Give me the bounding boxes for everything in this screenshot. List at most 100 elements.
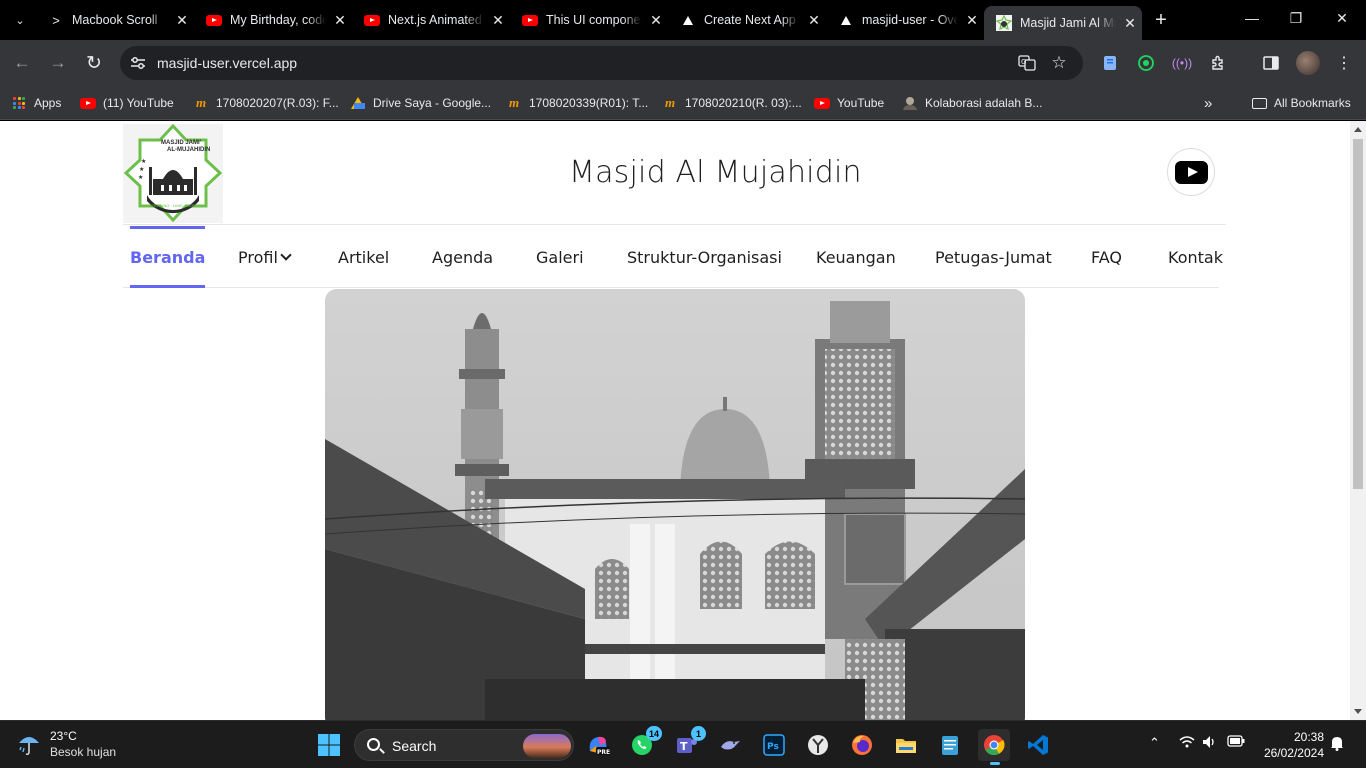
tab-search-chevron-icon[interactable]: ⌄	[8, 8, 32, 32]
vercel-icon	[838, 12, 854, 28]
bookmark-youtube[interactable]: YouTube	[814, 94, 884, 112]
extension-broadcast-icon[interactable]: ((•))	[1172, 54, 1192, 72]
scroll-thumb[interactable]	[1353, 139, 1363, 489]
extension-spotify-icon[interactable]	[1137, 54, 1155, 72]
tab-title: Masjid Jami Al Mu	[1020, 16, 1116, 30]
nav-faq[interactable]: FAQ	[1091, 226, 1122, 288]
notepad-icon[interactable]	[934, 729, 966, 761]
bookmark-label: Apps	[34, 96, 62, 110]
site-info-icon[interactable]	[130, 55, 146, 71]
back-icon[interactable]: ←	[11, 52, 33, 74]
bookmark-1708020207[interactable]: m 1708020207(R.03): F...	[193, 94, 339, 112]
chrome-icon[interactable]	[978, 729, 1010, 765]
scroll-up-icon[interactable]	[1354, 127, 1362, 132]
close-icon[interactable]: ✕	[964, 12, 980, 28]
nav-label: Struktur-Organisasi	[627, 247, 782, 267]
nav-kontak[interactable]: Kontak	[1168, 226, 1223, 288]
extensions-puzzle-icon[interactable]	[1209, 54, 1227, 72]
tab-ui-component[interactable]: This UI component ✕	[510, 6, 668, 34]
close-icon[interactable]: ✕	[1122, 15, 1138, 31]
youtube-icon	[80, 95, 96, 111]
system-clock[interactable]: 20:38 26/02/2024	[1256, 729, 1324, 761]
taskbar-search[interactable]: Search	[354, 729, 574, 761]
bookmark-kolaborasi[interactable]: Kolaborasi adalah B...	[902, 94, 1042, 112]
teams-icon[interactable]: T 1	[670, 726, 706, 761]
hero-mosque-photo	[325, 289, 1025, 720]
bookmark-star-icon[interactable]: ☆	[1050, 53, 1068, 72]
vercel-icon	[680, 12, 696, 28]
close-icon[interactable]: ✕	[174, 12, 190, 28]
tab-masjid-jami[interactable]: Masjid Jami Al Mu ✕	[984, 6, 1142, 40]
url-text[interactable]: masjid-user.vercel.app	[157, 55, 297, 71]
close-icon[interactable]: ✕	[806, 12, 822, 28]
new-tab-icon[interactable]: +	[1150, 10, 1172, 32]
tab-nextjs-animated[interactable]: Next.js Animated ✕	[352, 6, 510, 34]
bookmark-youtube-11[interactable]: (11) YouTube	[80, 94, 174, 112]
nav-profil-dropdown[interactable]: Profil	[238, 226, 292, 288]
restore-icon[interactable]: ❐	[1286, 10, 1306, 27]
firefox-icon[interactable]	[846, 729, 878, 761]
tab-masjid-user-overview[interactable]: masjid-user - Ove ✕	[826, 6, 984, 34]
vscode-icon[interactable]	[1022, 729, 1054, 761]
bookmark-label: YouTube	[837, 96, 885, 110]
translate-icon[interactable]: G	[1018, 54, 1036, 72]
app-bird-icon[interactable]	[714, 729, 746, 761]
terminal-icon: >	[52, 12, 60, 28]
all-bookmarks-button[interactable]: All Bookmarks	[1251, 94, 1351, 112]
scroll-down-icon[interactable]	[1354, 709, 1362, 714]
nav-artikel[interactable]: Artikel	[338, 226, 389, 288]
bookmark-apps[interactable]: Apps	[11, 94, 61, 112]
close-icon[interactable]: ✕	[332, 12, 348, 28]
youtube-icon	[364, 12, 380, 28]
bookmark-1708020210[interactable]: m 1708020210(R. 03):...	[662, 94, 802, 112]
tab-title: masjid-user - Ove	[862, 13, 958, 27]
whatsapp-badge: 14	[645, 726, 662, 741]
forward-icon[interactable]: →	[47, 52, 69, 74]
side-panel-icon[interactable]	[1262, 54, 1280, 72]
wifi-icon[interactable]	[1179, 735, 1195, 752]
nav-galeri[interactable]: Galeri	[536, 226, 584, 288]
close-icon[interactable]: ✕	[490, 12, 506, 28]
weather-widget[interactable]: 23°C Besok hujan	[16, 729, 116, 759]
bookmark-1708020339[interactable]: m 1708020339(R01): T...	[506, 94, 648, 112]
apps-grid-icon	[11, 95, 27, 111]
clock-app-icon[interactable]	[802, 729, 834, 761]
close-icon[interactable]: ✕	[648, 12, 664, 28]
show-hidden-icons-chevron-icon[interactable]: ⌃	[1149, 735, 1160, 751]
extension-docs-icon[interactable]	[1101, 54, 1119, 72]
window-close-icon[interactable]: ✕	[1332, 10, 1352, 27]
profile-avatar-icon[interactable]	[1296, 51, 1320, 75]
photoshop-icon[interactable]: Ps	[758, 729, 790, 761]
file-explorer-icon[interactable]	[890, 729, 922, 761]
volume-icon[interactable]	[1202, 735, 1218, 752]
reload-icon[interactable]: ↻	[83, 52, 105, 74]
svg-text:★: ★	[139, 166, 144, 173]
nav-keuangan[interactable]: Keuangan	[816, 226, 896, 288]
masjid-logo[interactable]: ★ ★ ★ MASJID JAMI' AL-MUJAHIDIN BERUTUNG…	[123, 123, 223, 223]
whatsapp-icon[interactable]: 14	[626, 726, 662, 761]
page-scrollbar[interactable]	[1350, 121, 1366, 720]
masjid-logo-icon	[996, 15, 1012, 31]
tab-my-birthday[interactable]: My Birthday, code ✕	[194, 6, 352, 34]
nav-agenda[interactable]: Agenda	[432, 226, 493, 288]
youtube-icon	[522, 12, 538, 28]
battery-icon[interactable]	[1227, 735, 1245, 750]
notification-bell-icon[interactable]	[1330, 735, 1344, 754]
bookmark-label: (11) YouTube	[103, 96, 174, 110]
bookmark-drive-saya[interactable]: Drive Saya - Google...	[350, 94, 491, 112]
address-bar[interactable]: masjid-user.vercel.app G ☆	[120, 46, 1083, 80]
nav-struktur-organisasi[interactable]: Struktur-Organisasi	[627, 226, 782, 288]
youtube-link-button[interactable]	[1167, 148, 1215, 196]
more-bookmarks-chevron-icon[interactable]: »	[1204, 94, 1212, 112]
nav-label: Kontak	[1168, 247, 1223, 267]
nav-petugas-jumat[interactable]: Petugas-Jumat	[935, 226, 1052, 288]
menu-kebab-icon[interactable]: ⋮	[1335, 54, 1353, 72]
minimize-icon[interactable]: —	[1242, 10, 1262, 26]
windows-start-icon[interactable]	[313, 729, 345, 761]
tab-create-next-app[interactable]: Create Next App ✕	[668, 6, 826, 34]
search-highlight-image	[523, 734, 571, 758]
copilot-icon[interactable]: PRE	[582, 729, 614, 761]
tab-macbook-scroll[interactable]: > Macbook Scroll ✕	[36, 6, 194, 34]
nav-beranda[interactable]: Beranda	[130, 226, 206, 288]
logo-text-middle: AL-MUJAHIDIN	[167, 147, 211, 153]
